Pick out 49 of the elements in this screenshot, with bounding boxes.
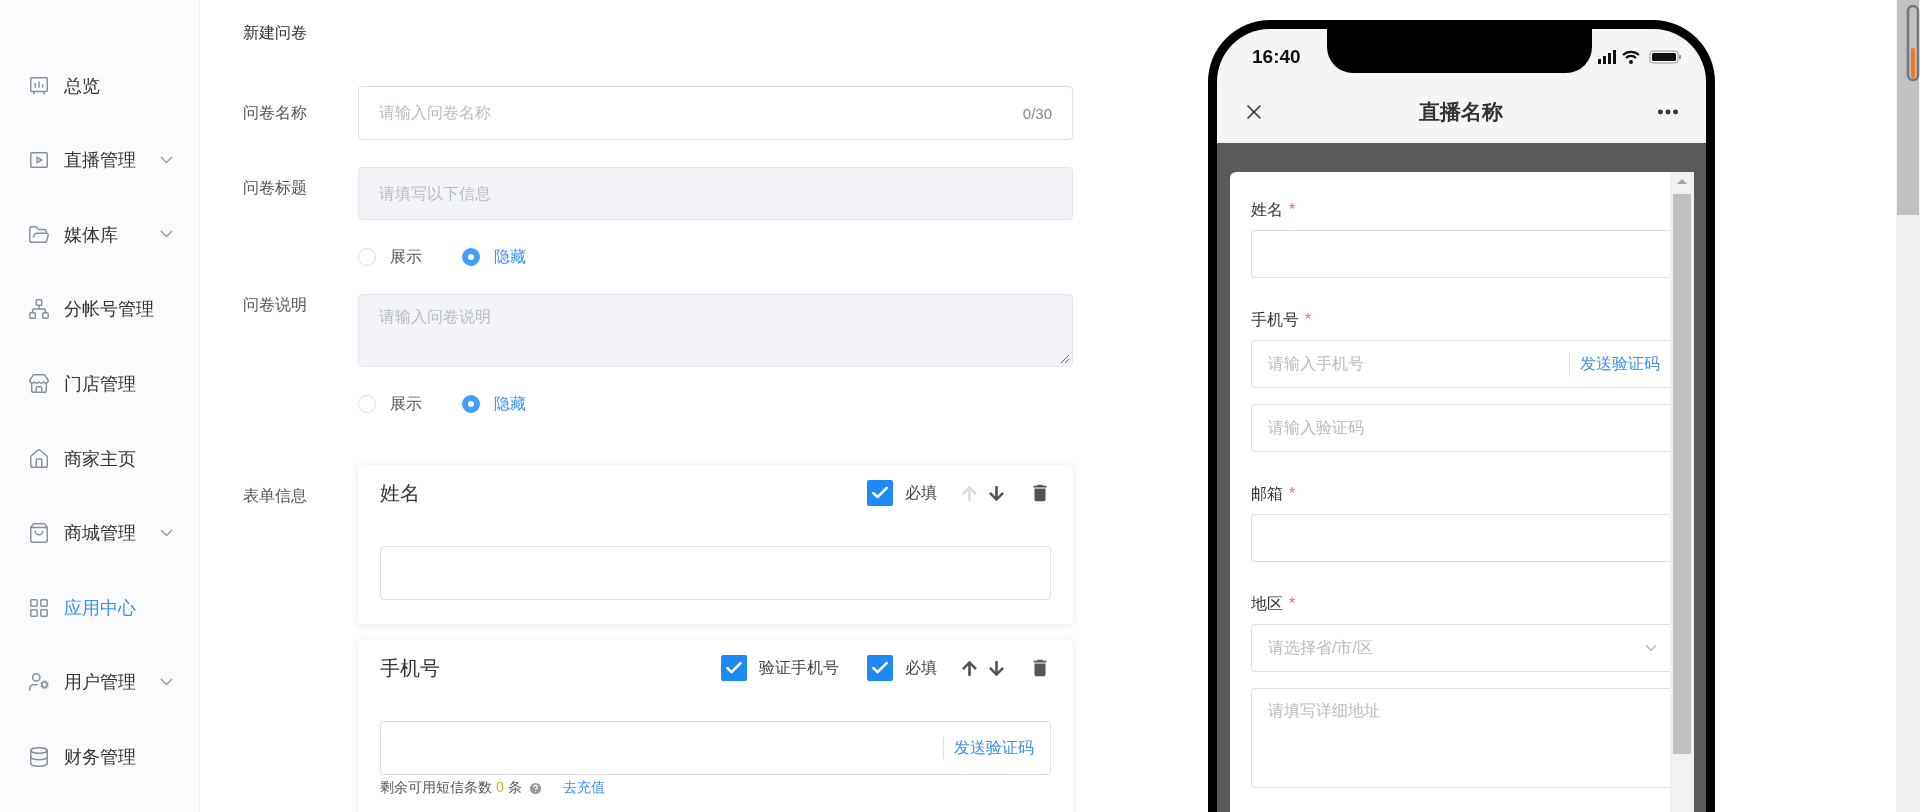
- database-icon: [28, 745, 50, 768]
- scrollbar[interactable]: [1896, 0, 1920, 812]
- chart-icon: [28, 74, 50, 97]
- option-checkbox[interactable]: 必填: [867, 655, 937, 681]
- move-up-icon[interactable]: [961, 659, 978, 677]
- grid-icon: [28, 596, 50, 619]
- name-input[interactable]: 请输入问卷名称 0/30: [358, 86, 1073, 140]
- home-icon: [28, 447, 50, 470]
- network-icon: [28, 298, 50, 321]
- code-input[interactable]: 请输入验证码: [1251, 404, 1670, 452]
- store-icon: [28, 372, 50, 395]
- sidebar-item[interactable]: 商家主页: [0, 438, 199, 479]
- field-label: 问卷说明: [243, 295, 308, 315]
- char-counter: 0/30: [1022, 104, 1052, 122]
- field-label: 表单信息: [243, 486, 308, 506]
- help-icon: [527, 780, 543, 796]
- user-gear-icon: [28, 671, 50, 694]
- sidebar-item[interactable]: 媒体库: [0, 215, 199, 255]
- sidebar-item[interactable]: 分帐号管理: [0, 289, 199, 329]
- folder-icon: [28, 223, 50, 246]
- sms-remaining-text: 剩余可用短信条数 0 条: [380, 779, 522, 797]
- field-label: 姓名 *: [1251, 200, 1297, 220]
- field-label: 手机号 *: [1251, 310, 1313, 330]
- option-checkbox[interactable]: 验证手机号: [721, 655, 839, 681]
- field-label: 地区 *: [1251, 594, 1297, 614]
- status-time: 16:40: [1252, 46, 1301, 68]
- text-input[interactable]: [380, 546, 1051, 600]
- sidebar-item[interactable]: 商城管理: [0, 513, 199, 553]
- text-input[interactable]: [1251, 514, 1670, 562]
- sidebar-item[interactable]: 用户管理: [0, 662, 199, 702]
- page-title: 新建问卷: [243, 23, 308, 43]
- preview-title: 直播名称: [1418, 99, 1503, 125]
- bag-icon: [28, 522, 50, 545]
- field-label: 问卷标题: [243, 178, 308, 198]
- move-down-icon[interactable]: [988, 484, 1005, 502]
- scrollbar[interactable]: [1670, 172, 1694, 812]
- sidebar-item[interactable]: 直播管理: [0, 140, 199, 180]
- option-checkbox[interactable]: 必填: [867, 480, 937, 506]
- text-input[interactable]: [1251, 230, 1670, 278]
- move-down-icon[interactable]: [988, 659, 1005, 677]
- sidebar-item[interactable]: 总览: [0, 66, 199, 106]
- region-select[interactable]: 请选择省/市/区: [1251, 624, 1670, 672]
- sidebar-item[interactable]: 门店管理: [0, 364, 199, 404]
- field-label: 邮箱 *: [1251, 484, 1297, 504]
- text-input[interactable]: 请输入问卷名称: [379, 104, 1023, 122]
- sidebar-item[interactable]: 财务管理: [0, 737, 199, 777]
- field-title: 姓名: [380, 480, 421, 506]
- field-label: 问卷名称: [243, 103, 308, 123]
- field-title: 手机号: [380, 655, 441, 681]
